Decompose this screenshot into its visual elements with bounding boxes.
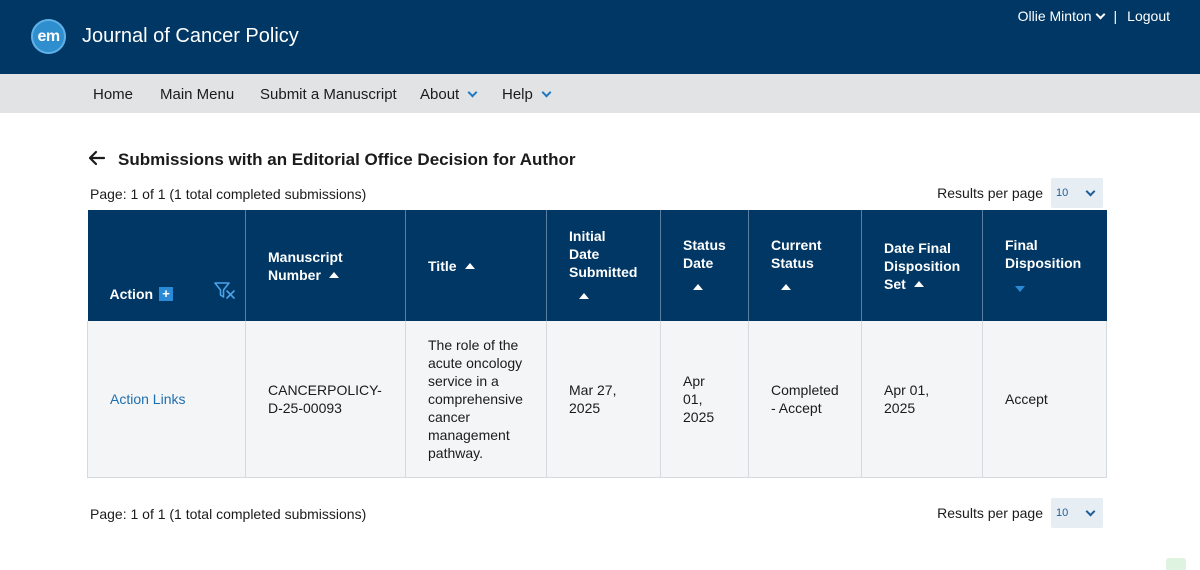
corner-widget: [1166, 558, 1186, 570]
column-header-initial-date[interactable]: Initial Date Submitted: [546, 210, 661, 321]
column-header-title[interactable]: Title: [405, 210, 547, 321]
column-header-title-label: Title: [428, 257, 457, 274]
nav-about-label: About: [420, 86, 460, 103]
column-header-current-status[interactable]: Current Status: [748, 210, 862, 321]
results-per-page-select[interactable]: 10: [1051, 178, 1103, 208]
sort-ascending-icon[interactable]: [328, 271, 339, 278]
chevron-down-icon[interactable]: [541, 87, 552, 98]
user-area: Ollie Minton | Logout: [1018, 8, 1170, 24]
chevron-down-icon: [1085, 186, 1096, 196]
sort-control: [771, 278, 839, 296]
column-header-action-label: Action: [109, 286, 154, 302]
cell-manuscript-number: CANCERPOLICY-D-25-00093: [245, 321, 406, 478]
submissions-table: Action + Manuscript Number Title Initial …: [87, 210, 1107, 478]
cell-action: Action Links: [87, 321, 246, 478]
logout-link[interactable]: Logout: [1127, 8, 1170, 24]
sort-ascending-icon[interactable]: [579, 292, 589, 299]
nav-help-label: Help: [502, 86, 533, 103]
chevron-down-icon[interactable]: [467, 87, 478, 98]
cell-current-status: Completed - Accept: [748, 321, 862, 478]
filter-clear-icon[interactable]: [214, 281, 236, 301]
nav-help[interactable]: Help: [502, 86, 552, 103]
page-title: Submissions with an Editorial Office Dec…: [118, 150, 576, 169]
cell-initial-date: Mar 27, 2025: [546, 321, 661, 478]
table-header-row: Action + Manuscript Number Title Initial …: [87, 210, 1107, 321]
results-per-page-value: 10: [1056, 187, 1069, 199]
cell-date-final: Apr 01, 2025: [861, 321, 983, 478]
sort-control: [569, 287, 638, 305]
sort-control: [683, 278, 726, 296]
sort-control: [1005, 278, 1085, 296]
nav-home-label: Home: [93, 86, 134, 103]
user-name[interactable]: Ollie Minton: [1018, 8, 1092, 24]
main-nav: Home Main Menu Submit a Manuscript About…: [0, 74, 1200, 113]
column-header-date-final-disposition[interactable]: Date Final Disposition Set: [861, 210, 983, 321]
separator: |: [1113, 8, 1118, 24]
sort-ascending-icon[interactable]: [464, 262, 475, 269]
sort-ascending-icon[interactable]: [693, 283, 703, 290]
sort-ascending-icon[interactable]: [781, 283, 791, 290]
em-logo[interactable]: em: [31, 19, 66, 54]
column-header-manuscript-number[interactable]: Manuscript Number: [245, 210, 406, 321]
column-header-status-date[interactable]: Status Date: [660, 210, 749, 321]
column-header-final-disposition[interactable]: Final Disposition: [982, 210, 1107, 321]
nav-submit-manuscript[interactable]: Submit a Manuscript: [260, 86, 397, 103]
table-row: Action Links CANCERPOLICY-D-25-00093 The…: [87, 321, 1107, 478]
results-per-page-value: 10: [1056, 507, 1069, 519]
cell-final-disposition: Accept: [982, 321, 1107, 478]
nav-main-menu-label: Main Menu: [160, 86, 235, 103]
results-per-page-bottom: Results per page 10: [937, 498, 1103, 528]
sort-descending-icon[interactable]: [1015, 285, 1025, 292]
chevron-down-icon: [1085, 506, 1096, 516]
top-header: em Journal of Cancer Policy Ollie Minton…: [0, 0, 1200, 74]
journal-title[interactable]: Journal of Cancer Policy: [82, 25, 299, 48]
results-per-page-select[interactable]: 10: [1051, 498, 1103, 528]
plus-icon[interactable]: +: [159, 287, 174, 301]
results-per-page-label: Results per page: [937, 505, 1043, 521]
column-header-action: Action +: [87, 210, 246, 321]
page-info-bottom: Page: 1 of 1 (1 total completed submissi…: [90, 506, 367, 522]
cell-status-date: Apr 01, 2025: [660, 321, 749, 478]
column-header-final-disposition-label: Final Disposition: [1005, 236, 1082, 271]
results-per-page-label: Results per page: [937, 185, 1043, 201]
nav-submit-label: Submit a Manuscript: [260, 86, 397, 103]
chevron-down-icon[interactable]: [1095, 9, 1105, 20]
nav-home[interactable]: Home: [93, 86, 133, 103]
cell-title: The role of the acute oncology service i…: [405, 321, 547, 478]
results-per-page-top: Results per page 10: [937, 178, 1103, 208]
page-info-top: Page: 1 of 1 (1 total completed submissi…: [90, 186, 367, 202]
back-arrow-icon[interactable]: [88, 149, 106, 167]
column-header-status-date-label: Status Date: [683, 236, 726, 271]
column-header-initial-date-label: Initial Date Submitted: [569, 227, 638, 280]
nav-main-menu[interactable]: Main Menu: [160, 86, 234, 103]
nav-about[interactable]: About: [420, 86, 478, 103]
action-links-link[interactable]: Action Links: [110, 391, 185, 407]
sort-ascending-icon[interactable]: [913, 280, 924, 287]
column-header-current-status-label: Current Status: [771, 236, 822, 271]
